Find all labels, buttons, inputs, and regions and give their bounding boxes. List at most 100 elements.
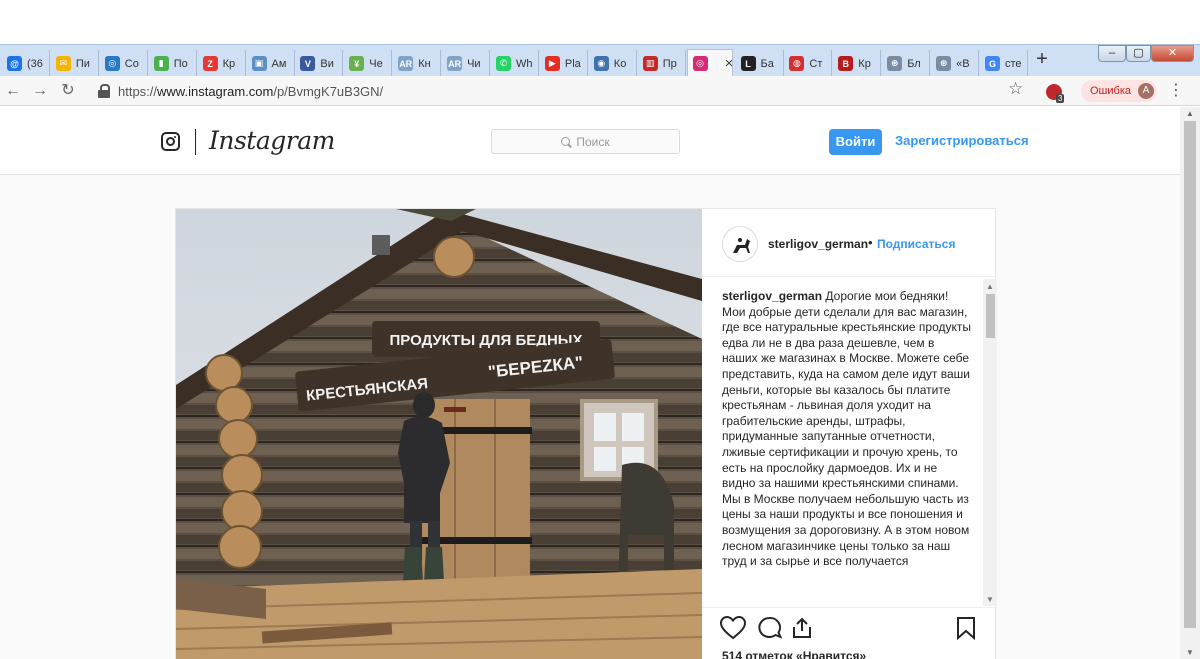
browser-tab[interactable]: AR Кн	[393, 50, 442, 77]
tab-favicon-icon: AR	[398, 56, 414, 71]
post-card: ПРОДУКТЫ ДЛЯ БЕДНЫХ КРЕСТЬЯНСКАЯ "БЕРЕZК…	[175, 208, 997, 659]
tab-title: По	[173, 57, 188, 70]
browser-tab[interactable]: Gсте	[980, 50, 1028, 77]
tab-title: Бл	[907, 57, 921, 70]
browser-toolbar: ← → ↻ https://www.instagram.com/p/BvmgK7…	[0, 76, 1200, 106]
scroll-down-arrow-icon[interactable]: ▼	[986, 595, 994, 604]
tab-favicon-icon: @	[7, 56, 22, 71]
tab-title: Кр	[222, 57, 236, 70]
bookmark-star-icon[interactable]: ☆	[1008, 79, 1023, 99]
browser-tab[interactable]: AR Чи	[442, 50, 491, 77]
browser-tab[interactable]: ⊛ «В	[931, 50, 980, 77]
tab-title: Ви	[320, 57, 334, 70]
url-text: https://www.instagram.com/p/BvmgK7uB3GN/	[118, 83, 384, 99]
address-bar[interactable]: https://www.instagram.com/p/BvmgK7uB3GN/	[88, 79, 1038, 103]
tab-favicon-icon: ▮	[153, 56, 169, 71]
browser-tab[interactable]: ◎ ×	[686, 49, 733, 77]
bookmark-save-icon[interactable]	[956, 616, 976, 640]
post-caption: sterligov_german Дорогие мои бедняки! Мо…	[722, 289, 972, 605]
browser-tab[interactable]: B Кр	[833, 50, 882, 77]
page-scrollbar[interactable]: ▲ ▼	[1180, 107, 1200, 659]
caption-username[interactable]: sterligov_german	[722, 289, 822, 303]
tab-favicon-icon: V	[300, 56, 316, 71]
instagram-header: Instagram Поиск Войти Зарегистрироваться	[0, 107, 1180, 175]
tab-favicon-icon: AR	[447, 56, 463, 71]
forward-arrow-icon[interactable]: →	[29, 80, 51, 102]
minimize-button[interactable]: –	[1098, 45, 1126, 62]
tab-favicon-icon: ◎	[692, 56, 708, 71]
search-input[interactable]: Поиск	[491, 129, 680, 154]
tab-title: Co	[124, 57, 139, 70]
tab-favicon-icon: ◉	[593, 56, 609, 71]
login-button[interactable]: Войти	[829, 129, 882, 155]
window-close-button[interactable]: ✕	[1151, 45, 1194, 62]
desktop-top-area	[0, 0, 1200, 44]
comment-bubble-icon[interactable]	[756, 616, 782, 640]
post-actions	[702, 607, 997, 649]
error-label: Ошибка	[1090, 85, 1131, 97]
like-heart-icon[interactable]	[720, 616, 746, 640]
browser-tab[interactable]: ▶ Pla	[540, 50, 588, 77]
browser-tab[interactable]: ⊛ Бл	[882, 50, 931, 77]
follow-button[interactable]: Подписаться	[877, 237, 955, 251]
browser-tab[interactable]: ◎ Co	[100, 50, 148, 77]
scroll-up-arrow-icon[interactable]: ▲	[986, 282, 994, 291]
tab-title: Ко	[613, 57, 627, 70]
tab-favicon-icon: ▥	[642, 56, 658, 71]
browser-tab[interactable]: ✉ Пи	[51, 50, 99, 77]
browser-tab[interactable]: ◍ Ст	[784, 50, 833, 77]
post-side-panel: sterligov_german • Подписаться sterligov…	[702, 209, 997, 659]
caption-scrollbar[interactable]: ▲ ▼	[983, 279, 997, 606]
tab-favicon-icon: ⊛	[936, 56, 952, 71]
browser-tab[interactable]: ▣ Ам	[247, 50, 295, 77]
tab-title: Ам	[271, 57, 287, 70]
likes-count[interactable]: 514 отметок «Нравится»	[722, 649, 866, 659]
browser-tab[interactable]: @ (36	[2, 50, 50, 77]
page-scroll-down-icon[interactable]: ▼	[1186, 648, 1194, 657]
profile-error-button[interactable]: Ошибка A	[1081, 80, 1157, 102]
post-photo[interactable]: ПРОДУКТЫ ДЛЯ БЕДНЫХ КРЕСТЬЯНСКАЯ "БЕРЕZК…	[176, 209, 702, 659]
tab-title: (36	[27, 57, 43, 70]
extension-badge: 3	[1056, 94, 1065, 103]
browser-tab[interactable]: ¥ Че	[344, 50, 393, 77]
tab-favicon-icon: ¥	[349, 56, 365, 71]
browser-tab[interactable]: ▮ По	[149, 50, 197, 77]
instagram-wordmark[interactable]: Instagram	[209, 126, 335, 155]
profile-avatar: A	[1138, 83, 1154, 99]
page-scroll-up-icon[interactable]: ▲	[1186, 109, 1194, 118]
tab-title: Wh	[516, 57, 533, 70]
caption-scroll-thumb[interactable]	[986, 294, 995, 338]
tab-favicon-icon: ▶	[544, 56, 560, 71]
tab-title: Че	[369, 57, 383, 70]
tab-title: Пр	[662, 57, 677, 70]
browser-tab[interactable]: L Ба	[736, 50, 784, 77]
tab-title: Ба	[760, 57, 774, 70]
back-arrow-icon[interactable]: ←	[2, 80, 24, 102]
tab-title: сте	[1005, 57, 1022, 70]
tab-favicon-icon: Z	[202, 56, 218, 71]
tab-title: Кн	[418, 57, 431, 70]
tab-strip: @ (36 ✉ Пи ◎ Co ▮ По Z Кр ▣ Ам V Ви ¥ Че AR Кн AR Чи ✆ Wh ▶ Pla…	[0, 44, 1200, 77]
tab-favicon-icon: B	[838, 56, 854, 71]
browser-tab[interactable]: ◉ Ко	[589, 50, 637, 77]
tab-favicon-icon: ▣	[251, 56, 267, 71]
browser-menu-icon[interactable]: ⋮	[1168, 80, 1184, 100]
share-upload-icon[interactable]	[790, 616, 814, 640]
author-avatar[interactable]	[722, 226, 758, 262]
reload-icon[interactable]: ↻	[57, 80, 79, 102]
new-tab-button[interactable]: +	[1030, 48, 1054, 70]
tab-close-icon[interactable]: ×	[725, 55, 732, 72]
tab-title: Кр	[858, 57, 871, 70]
browser-tab[interactable]: Z Кр	[198, 50, 246, 77]
tab-favicon-icon: G	[985, 56, 1000, 71]
instagram-camera-icon[interactable]	[161, 132, 180, 151]
signup-link[interactable]: Зарегистрироваться	[895, 133, 1029, 148]
author-username[interactable]: sterligov_german	[768, 237, 868, 251]
browser-tab[interactable]: ✆ Wh	[491, 50, 539, 77]
post-header: sterligov_german • Подписаться	[702, 209, 997, 277]
browser-tab[interactable]: V Ви	[295, 50, 344, 77]
caption-text: Дорогие мои бедняки! Мои добрые дети сде…	[722, 289, 972, 569]
maximize-button[interactable]: ▢	[1126, 45, 1151, 62]
browser-tab[interactable]: ▥ Пр	[638, 50, 686, 77]
page-scroll-thumb[interactable]	[1184, 121, 1196, 628]
